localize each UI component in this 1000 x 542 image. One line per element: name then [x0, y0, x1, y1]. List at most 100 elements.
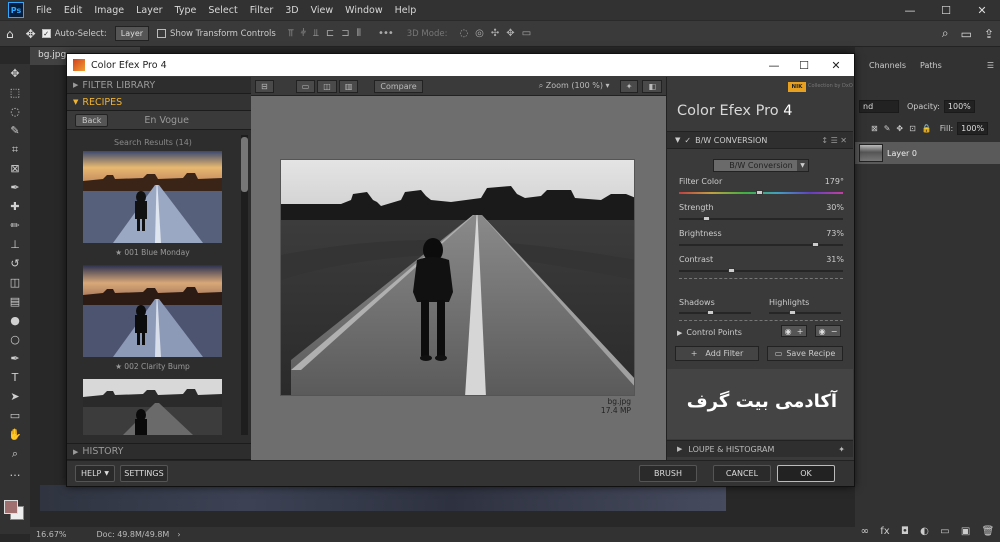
eyedropper-tool-icon[interactable]: ✒ [0, 178, 30, 197]
plugin-maximize-button[interactable]: ☐ [787, 54, 821, 76]
recipe-thumbnail[interactable] [83, 151, 222, 243]
menu-type[interactable]: Type [169, 5, 203, 16]
panel-menu-icon[interactable]: ☰ [987, 61, 994, 70]
slider-knob[interactable] [728, 268, 735, 273]
adjustment-icon[interactable]: ◐ [920, 526, 929, 537]
3d-slide-icon[interactable]: ✥ [506, 28, 514, 39]
link-layers-icon[interactable]: ∞ [861, 526, 869, 537]
shape-tool-icon[interactable]: ▭ [0, 406, 30, 425]
3d-scale-icon[interactable]: ▭ [522, 28, 532, 39]
align-left-icon[interactable]: ⊏ [326, 28, 334, 39]
compare-button[interactable]: Compare [374, 79, 423, 93]
lock-pixels-icon[interactable]: ⊠ [871, 124, 878, 133]
loupe-icon[interactable]: ✦ [619, 79, 639, 93]
collapse-arrow-icon[interactable]: ▼ [675, 136, 680, 144]
maximize-button[interactable]: ☐ [928, 0, 964, 20]
layer-row[interactable]: Layer 0 [855, 142, 1000, 164]
3d-pan-icon[interactable]: ✣ [491, 28, 499, 39]
move-tool-icon[interactable]: ✥ [0, 64, 30, 83]
recipes-scrollbar[interactable] [241, 135, 248, 435]
hide-panel-icon[interactable]: ⊟ [255, 79, 274, 93]
mask-icon[interactable]: ◘ [901, 526, 909, 537]
bw-method-select[interactable]: B/W Conversion ▼ [713, 159, 809, 172]
slider-knob[interactable] [703, 216, 710, 221]
group-icon[interactable]: ▭ [940, 526, 949, 537]
filter-color-slider[interactable] [679, 190, 843, 195]
auto-select-option[interactable]: ✓ Auto-Select: [41, 29, 107, 39]
3d-orbit-icon[interactable]: ◌ [459, 28, 468, 39]
menu-layer[interactable]: Layer [130, 5, 169, 16]
plugin-minimize-button[interactable]: — [757, 54, 791, 76]
frame-tool-icon[interactable]: ⊠ [0, 159, 30, 178]
help-button[interactable]: HELP ▼ [75, 465, 115, 482]
remove-control-point-button[interactable]: ◉ − [815, 325, 841, 337]
history-brush-icon[interactable]: ↺ [0, 254, 30, 273]
lock-all-icon[interactable]: 🔒 [922, 124, 932, 133]
slider-knob[interactable] [756, 190, 763, 195]
loupe-histogram-header[interactable]: ▶ LOUPE & HISTOGRAM ✦ [667, 440, 853, 457]
highlights-slider[interactable] [769, 310, 841, 315]
slider-knob[interactable] [707, 310, 714, 315]
more-icon[interactable]: ••• [378, 28, 394, 39]
strength-slider[interactable] [679, 216, 843, 221]
blend-mode-select[interactable]: nd [859, 100, 899, 113]
menu-help[interactable]: Help [389, 5, 423, 16]
crop-tool-icon[interactable]: ⌗ [0, 140, 30, 159]
split-view-icon[interactable]: ◫ [317, 79, 337, 93]
menu-file[interactable]: File [30, 5, 58, 16]
back-button[interactable]: Back [75, 113, 109, 127]
menu-image[interactable]: Image [88, 5, 130, 16]
auto-select-dropdown[interactable]: Layer [114, 26, 150, 41]
add-control-point-button[interactable]: ◉ + [781, 325, 807, 337]
lasso-tool-icon[interactable]: ◌ [0, 102, 30, 121]
slider-knob[interactable] [789, 310, 796, 315]
zoom-level[interactable]: 16.67% [36, 530, 67, 539]
save-recipe-button[interactable]: ▭ Save Recipe [767, 346, 843, 361]
close-button[interactable]: ✕ [964, 0, 1000, 20]
scrollbar-thumb[interactable] [241, 137, 248, 192]
brush-button[interactable]: BRUSH [639, 465, 697, 482]
eraser-tool-icon[interactable]: ◫ [0, 273, 30, 292]
healing-tool-icon[interactable]: ✚ [0, 197, 30, 216]
lock-artboard-icon[interactable]: ⊡ [909, 124, 916, 133]
menu-window[interactable]: Window [339, 5, 388, 16]
layer-name[interactable]: Layer 0 [887, 149, 917, 158]
move-tool-icon[interactable]: ✥ [26, 27, 36, 41]
fill-input[interactable]: 100% [957, 122, 989, 135]
add-filter-button[interactable]: + Add Filter [675, 346, 759, 361]
recipes-header[interactable]: ▼ RECIPES [67, 94, 251, 111]
pen-tool-icon[interactable]: ✒ [0, 349, 30, 368]
tab-channels[interactable]: Channels [869, 61, 906, 70]
gradient-tool-icon[interactable]: ▤ [0, 292, 30, 311]
opacity-input[interactable]: 100% [943, 100, 975, 113]
menu-filter[interactable]: Filter [244, 5, 280, 16]
3d-roll-icon[interactable]: ◎ [475, 28, 484, 39]
menu-select[interactable]: Select [202, 5, 243, 16]
ok-button[interactable]: OK [777, 465, 835, 482]
blur-tool-icon[interactable]: ● [0, 311, 30, 330]
contrast-slider[interactable] [679, 268, 843, 273]
recipe-thumbnail[interactable] [83, 379, 222, 435]
auto-select-checkbox[interactable]: ✓ [41, 29, 51, 38]
workspace-icon[interactable]: ▭ [961, 27, 972, 41]
fx-icon[interactable]: fx [880, 526, 889, 537]
foreground-color-swatch[interactable] [4, 500, 18, 514]
align-top-icon[interactable]: ⫪ [288, 28, 294, 39]
cancel-button[interactable]: CANCEL [713, 465, 771, 482]
align-middle-icon[interactable]: ⫩ [300, 28, 306, 39]
more-tools-icon[interactable]: … [0, 463, 30, 482]
zoom-select[interactable]: ⌕ Zoom (100 %) ▾ [532, 79, 616, 93]
settings-button[interactable]: SETTINGS [120, 465, 168, 482]
transform-controls-checkbox[interactable] [157, 29, 167, 38]
lock-paint-icon[interactable]: ✎ [884, 124, 891, 133]
filter-header-icons[interactable]: ↕ ☰ ✕ [821, 136, 847, 145]
status-arrow-icon[interactable]: › [177, 530, 180, 539]
align-bottom-icon[interactable]: ⫫ [313, 28, 319, 39]
menu-view[interactable]: View [305, 5, 340, 16]
brightness-slider[interactable] [679, 242, 843, 247]
distribute-icon[interactable]: ⦀ [357, 28, 362, 39]
stamp-tool-icon[interactable]: ⊥ [0, 235, 30, 254]
share-icon[interactable]: ⇪ [984, 27, 994, 41]
delete-layer-icon[interactable]: 🗑 [982, 526, 995, 537]
minimize-button[interactable]: — [892, 0, 928, 20]
